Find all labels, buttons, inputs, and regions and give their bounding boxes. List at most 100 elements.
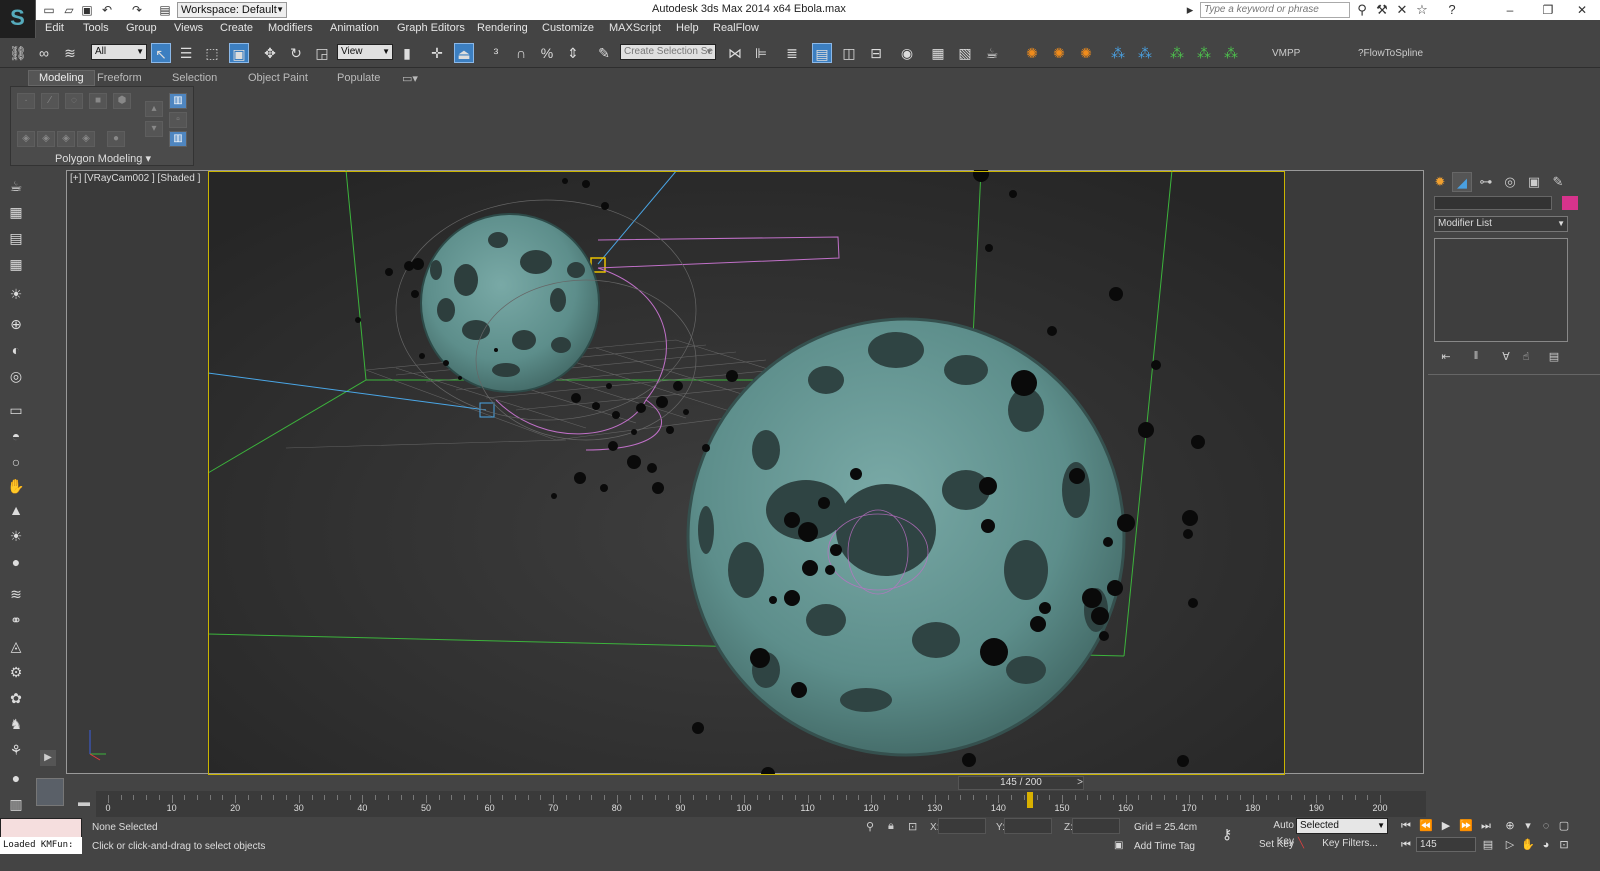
- hair-icon[interactable]: ≋: [5, 584, 27, 604]
- polygon-icon[interactable]: ■: [89, 93, 107, 109]
- sphere-yellow-icon[interactable]: ●: [5, 552, 27, 572]
- display-tab-icon[interactable]: ▣: [1524, 172, 1544, 192]
- snaps-toggle-icon[interactable]: ³: [486, 43, 506, 63]
- maximize-viewport-icon[interactable]: ⊡: [1556, 837, 1572, 853]
- field-of-view-icon[interactable]: ▢: [1556, 818, 1572, 834]
- menu-animation[interactable]: Animation: [330, 22, 379, 34]
- show-end-result-icon[interactable]: ‖: [1468, 350, 1484, 364]
- viewport-label[interactable]: [+] [VRayCam002 ] [Shaded ]: [70, 173, 200, 184]
- add-time-tag[interactable]: Add Time Tag: [1134, 841, 1195, 852]
- realflow-mesh-icon[interactable]: ✺: [1076, 43, 1096, 63]
- current-frame-marker[interactable]: [1027, 792, 1034, 808]
- viewport-layout-thumbnail[interactable]: [36, 778, 64, 806]
- minimize-icon[interactable]: –: [1492, 0, 1528, 20]
- sun-icon[interactable]: ☀: [5, 526, 27, 546]
- rotate-icon[interactable]: ↻: [286, 43, 306, 63]
- remove-modifier-icon[interactable]: ☝: [1518, 350, 1534, 364]
- next-frame-arrow-icon[interactable]: >: [1074, 776, 1086, 790]
- favorites-star-icon[interactable]: ☆: [1414, 2, 1430, 18]
- edge-icon[interactable]: ∕: [41, 93, 59, 109]
- key-icon[interactable]: ⚷: [1222, 826, 1232, 843]
- loop-icon[interactable]: ◈: [77, 131, 95, 147]
- ribbon-options-icon[interactable]: ▭▾: [402, 72, 418, 85]
- rectangular-selection-icon[interactable]: ⬚: [202, 43, 222, 63]
- tab-populate[interactable]: Populate: [337, 72, 380, 84]
- menu-realflow[interactable]: RealFlow: [713, 22, 759, 34]
- modifier-list-dropdown[interactable]: Modifier List ▼: [1434, 216, 1568, 232]
- stack-down-icon[interactable]: ▾: [145, 121, 163, 137]
- hand-icon[interactable]: ✋: [5, 476, 27, 496]
- curve-editor-icon[interactable]: ◫: [839, 43, 859, 63]
- angle-snap-icon[interactable]: ∩: [511, 43, 531, 63]
- plant-icon[interactable]: ✿: [5, 688, 27, 708]
- object-color-swatch[interactable]: [1562, 196, 1578, 210]
- rendered-frame-window-icon[interactable]: ▧: [955, 43, 975, 63]
- toggle-command-panel-icon[interactable]: ▥: [169, 131, 187, 147]
- utilities-tab-icon[interactable]: ✎: [1548, 172, 1568, 192]
- restore-icon[interactable]: ❐: [1530, 0, 1566, 20]
- render-setup-icon[interactable]: ▦: [928, 43, 948, 63]
- pan-view-icon[interactable]: ▾: [1520, 818, 1536, 834]
- time-configuration-icon[interactable]: ▤: [1480, 837, 1496, 853]
- track-bar-toggle-icon[interactable]: ▬: [78, 795, 94, 811]
- absolute-mode-icon[interactable]: ⊡: [908, 820, 917, 833]
- help-icon[interactable]: ?: [1444, 2, 1460, 18]
- ring-icon[interactable]: ●: [107, 131, 125, 147]
- bind-spacewarp-icon[interactable]: ≋: [60, 43, 80, 63]
- subscription-icon[interactable]: ⚒: [1374, 2, 1390, 18]
- green-particles-icon[interactable]: ⁂: [1167, 43, 1187, 63]
- search-input[interactable]: Type a keyword or phrase: [1200, 2, 1350, 18]
- scale-icon[interactable]: ◲: [312, 43, 332, 63]
- expand-arrow-icon[interactable]: ▸: [1182, 2, 1198, 18]
- walkthrough-icon[interactable]: ✋: [1520, 837, 1536, 853]
- teapot-icon[interactable]: ☕: [5, 176, 27, 196]
- communication-icon[interactable]: ✕: [1394, 2, 1410, 18]
- box-icon[interactable]: ▦: [5, 202, 27, 222]
- move-icon[interactable]: ✥: [260, 43, 280, 63]
- current-frame-field[interactable]: 145: [1416, 837, 1476, 852]
- vmpp-button[interactable]: VMPP: [1272, 48, 1300, 59]
- sphere-white-icon[interactable]: ●: [5, 768, 27, 788]
- time-tag-icon[interactable]: ▣: [1114, 840, 1128, 852]
- save-icon[interactable]: ▣: [80, 3, 94, 17]
- light-icon[interactable]: ☀: [5, 284, 27, 304]
- x-coordinate-field[interactable]: [938, 818, 986, 834]
- mirror-icon[interactable]: ⋈: [725, 43, 745, 63]
- time-slider[interactable]: 145 / 200: [958, 776, 1084, 790]
- link-icon[interactable]: ⛓: [8, 43, 28, 63]
- dolly-icon[interactable]: ▷: [1502, 837, 1518, 853]
- hierarchy-tab-icon[interactable]: ⊶: [1476, 172, 1496, 192]
- preserve-uvs-icon[interactable]: ◈: [17, 131, 35, 147]
- modifier-stack[interactable]: [1434, 238, 1568, 342]
- window-crossing-icon[interactable]: ▣: [229, 43, 249, 63]
- motion-tab-icon[interactable]: ◎: [1500, 172, 1520, 192]
- set-key-button[interactable]: Set Key: [1254, 837, 1294, 853]
- next-frame-icon[interactable]: ⏩: [1458, 818, 1474, 834]
- menu-create[interactable]: Create: [220, 22, 253, 34]
- z-coordinate-field[interactable]: [1072, 818, 1120, 834]
- expand-viewport-arrow-icon[interactable]: ▶: [40, 750, 56, 766]
- flowtospline-button[interactable]: ?FlowToSpline: [1358, 48, 1423, 59]
- y-coordinate-field[interactable]: [1004, 818, 1052, 834]
- make-unique-icon[interactable]: ∀: [1498, 350, 1514, 364]
- open-file-icon[interactable]: ▱: [62, 3, 76, 17]
- particle-loader-icon[interactable]: ⁂: [1108, 43, 1128, 63]
- modify-tab-icon[interactable]: ◢: [1452, 172, 1472, 192]
- menu-tools[interactable]: Tools: [83, 22, 109, 34]
- border-icon[interactable]: ◌: [65, 93, 83, 109]
- plane-icon[interactable]: ▭: [5, 400, 27, 420]
- workspace-dropdown[interactable]: Workspace: Default ▼: [177, 2, 287, 18]
- align-icon[interactable]: ⊫: [751, 43, 771, 63]
- modify-mode-icon[interactable]: ▥: [169, 93, 187, 109]
- gear-icon[interactable]: ⚙: [5, 662, 27, 682]
- keyboard-shortcut-override-icon[interactable]: ⏏: [454, 43, 474, 63]
- close-icon[interactable]: ✕: [1564, 0, 1600, 20]
- menu-maxscript[interactable]: MAXScript: [609, 22, 661, 34]
- realflow-scene-icon[interactable]: ✺: [1049, 43, 1069, 63]
- select-manipulate-icon[interactable]: ✛: [427, 43, 447, 63]
- redo-icon[interactable]: ↷: [130, 3, 144, 17]
- grid-icon[interactable]: ▦: [5, 254, 27, 274]
- tab-selection[interactable]: Selection: [172, 72, 217, 84]
- auto-key-button[interactable]: Auto Key: [1254, 818, 1294, 847]
- set-keys-icon[interactable]: ╲: [1298, 838, 1304, 849]
